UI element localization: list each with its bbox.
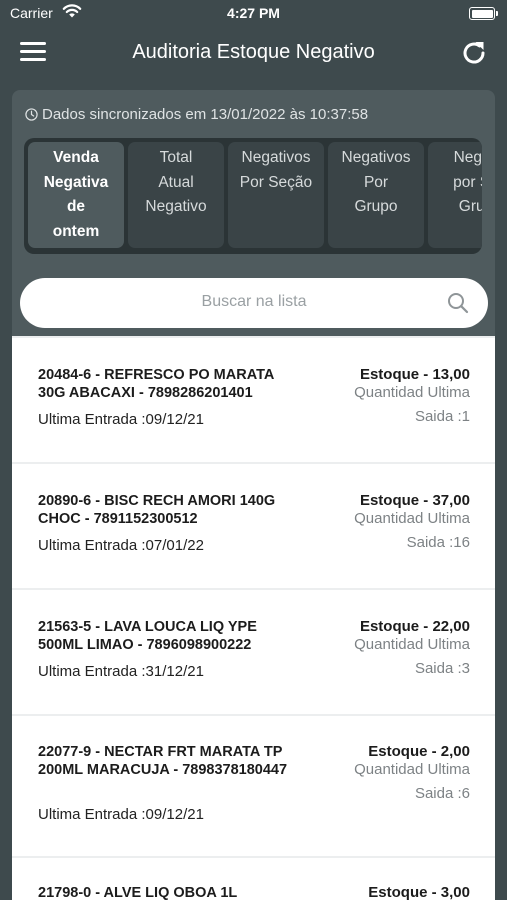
stock-value: Estoque - 13,00: [359, 366, 470, 383]
search-icon: [448, 293, 469, 314]
tab-bar: Venda Negativa de ontem Total Atual Negativo Ne…: [24, 138, 482, 254]
qty-label: Quantidad Ultima: [354, 761, 470, 778]
tab-0[interactable]: Venda Negativa de ontem: [28, 142, 124, 248]
list-item[interactable]: 20890-6 - BISC RECH AMORI 140G CHOC - 78…: [12, 464, 495, 588]
tab-label-line: Grupo: [354, 198, 398, 215]
exit-qty: Saida :6: [414, 785, 470, 802]
status-time: 4:27 PM: [227, 5, 280, 21]
product-name: 21563-5 - LAVA LOUCA LIQ YPE 500ML LIMAO…: [38, 619, 257, 653]
exit-qty: Saida :16: [406, 534, 470, 551]
tab-label-line: Negativa: [43, 173, 109, 191]
exit-qty: Saida :1: [414, 408, 470, 425]
stock-value: Estoque - 3,00: [368, 884, 470, 900]
filter-panel: Dados sincronizados em 13/01/2022 às 10:…: [12, 90, 495, 336]
tab-1[interactable]: Total Atual Negativo: [128, 142, 224, 248]
tab-label-line: Por Seção: [239, 173, 313, 191]
last-entry-date: Ultima Entrada :07/01/22: [38, 537, 204, 554]
exit-qty: Saida :3: [414, 660, 470, 677]
tab-3[interactable]: Negativos Por Grupo: [328, 142, 424, 248]
sync-text: Dados sincronizados em 13/01/2022 às 10:…: [42, 106, 369, 123]
last-entry-date: Ultima Entrada :09/12/21: [38, 805, 204, 823]
stock-value: Estoque - 2,00: [368, 743, 470, 760]
status-bar: Carrier 4:27 PM: [0, 0, 507, 26]
last-entry-date: Ultima Entrada :31/12/21: [38, 663, 204, 680]
tab-label-line: Negati: [453, 149, 482, 166]
search-placeholder: Buscar na lista: [201, 293, 307, 310]
product-name: 21798-0 - ALVE LIQ OBOA 1L: [38, 885, 238, 900]
tab-label-line: Venda: [53, 149, 99, 166]
sync-status: Dados sincronizados em 13/01/2022 às 10:…: [25, 106, 368, 123]
clock-icon: [25, 108, 38, 121]
list-item[interactable]: 21563-5 - LAVA LOUCA LIQ YPE 500ML LIMAO…: [12, 590, 495, 714]
last-entry-date: Ultima Entrada :09/12/21: [38, 411, 204, 428]
tab-4[interactable]: Negati por Su Grup: [428, 142, 482, 248]
tab-label-line: Negativo: [145, 198, 207, 215]
product-list: 20484-6 - REFRESCO PO MARATA 30G ABACAXI…: [12, 336, 495, 900]
tab-2[interactable]: Negativos Por Seção: [228, 142, 324, 248]
stock-value: Estoque - 37,00: [359, 492, 470, 509]
page-title: Auditoria Estoque Negativo: [132, 41, 375, 63]
tab-label-line: de: [66, 198, 86, 215]
search-input[interactable]: Buscar na lista: [20, 278, 488, 328]
tab-label-line: Grup: [458, 198, 482, 215]
list-item[interactable]: 22077-9 - NECTAR FRT MARATA TP 200ML MAR…: [12, 716, 495, 856]
product-name: 20890-6 - BISC RECH AMORI 140G CHOC - 78…: [38, 493, 276, 527]
tab-label-line: Negativos: [341, 149, 411, 166]
tab-label-line: Total: [159, 149, 193, 166]
tab-label-line: ontem: [52, 222, 100, 240]
tab-label-line: Negativos: [241, 149, 311, 166]
product-name: 20484-6 - REFRESCO PO MARATA 30G ABACAXI…: [38, 367, 274, 401]
tab-label-line: Atual: [158, 173, 194, 191]
stock-value: Estoque - 22,00: [359, 618, 470, 635]
nav-bar: Auditoria Estoque Negativo: [0, 30, 507, 76]
refresh-icon[interactable]: [459, 38, 489, 68]
tab-label-line: Por: [363, 173, 389, 191]
qty-label: Quantidad Ultima: [354, 384, 470, 401]
qty-label: Quantidad Ultima: [354, 510, 470, 527]
list-item[interactable]: 21798-0 - ALVE LIQ OBOA 1L Estoque - 3,00: [12, 858, 495, 900]
tab-label-line: por Su: [453, 173, 482, 191]
qty-label: Quantidad Ultima: [354, 636, 470, 653]
product-name: 22077-9 - NECTAR FRT MARATA TP 200ML MAR…: [38, 744, 288, 778]
list-item[interactable]: 20484-6 - REFRESCO PO MARATA 30G ABACAXI…: [12, 338, 495, 462]
battery-icon: [469, 7, 498, 20]
